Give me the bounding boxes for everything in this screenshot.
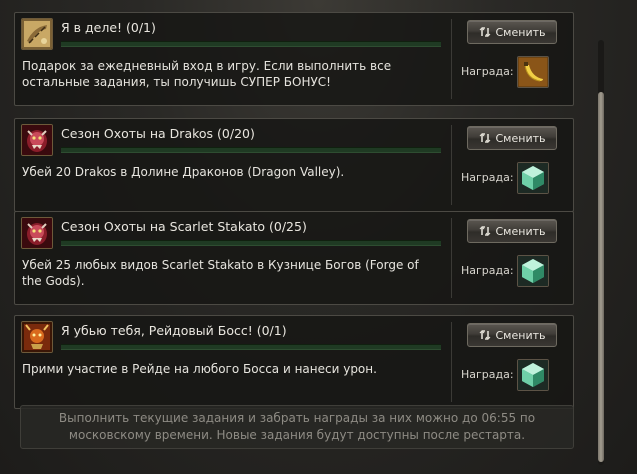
scrollbar[interactable]: [598, 40, 604, 465]
quest-card: Я в деле! (0/1) Подарок за ежедневный вх…: [14, 12, 574, 106]
quest-title: Я убью тебя, Рейдовый Босс! (0/1): [61, 323, 287, 338]
scroll-icon: [21, 18, 53, 50]
quest-progress-bar: [61, 147, 441, 153]
scrollbar-thumb[interactable]: [598, 92, 604, 462]
refresh-icon: [479, 329, 491, 341]
footer-notice: Выполнить текущие задания и забрать нагр…: [20, 405, 574, 449]
divider: [451, 125, 452, 205]
quest-progress-bar: [61, 240, 441, 246]
refresh-icon: [479, 26, 491, 38]
change-quest-button[interactable]: Сменить: [467, 323, 557, 347]
change-quest-button[interactable]: Сменить: [467, 219, 557, 243]
reward-label: Награда:: [461, 65, 514, 78]
quest-title: Сезон Охоты на Scarlet Stakato (0/25): [61, 219, 307, 234]
green-gem-icon[interactable]: [517, 359, 549, 391]
divider: [451, 322, 452, 402]
quest-description: Убей 20 Drakos в Долине Драконов (Dragon…: [22, 165, 345, 179]
divider: [451, 218, 452, 298]
change-quest-button[interactable]: Сменить: [467, 20, 557, 44]
quest-description: Прими участие в Рейде на любого Босса и …: [22, 362, 377, 376]
quest-progress-bar: [61, 344, 441, 350]
change-button-label: Сменить: [495, 224, 546, 238]
change-quest-button[interactable]: Сменить: [467, 126, 557, 150]
quest-card: Сезон Охоты на Scarlet Stakato (0/25) Уб…: [14, 211, 574, 305]
divider: [451, 19, 452, 99]
green-gem-icon[interactable]: [517, 255, 549, 287]
monster-icon: [21, 217, 53, 249]
reward-label: Награда:: [461, 264, 514, 277]
quest-progress-bar: [61, 41, 441, 47]
quest-description: Подарок за ежедневный вход в игру. Если …: [22, 59, 392, 89]
banana-icon[interactable]: [517, 56, 549, 88]
monster-icon: [21, 124, 53, 156]
reward-label: Награда:: [461, 171, 514, 184]
refresh-icon: [479, 132, 491, 144]
change-button-label: Сменить: [495, 328, 546, 342]
change-button-label: Сменить: [495, 25, 546, 39]
quest-title: Я в деле! (0/1): [61, 20, 156, 35]
raid-boss-icon: [21, 321, 53, 353]
refresh-icon: [479, 225, 491, 237]
quest-description: Убей 25 любых видов Scarlet Stakato в Ку…: [22, 258, 419, 288]
quest-title: Сезон Охоты на Drakos (0/20): [61, 126, 255, 141]
change-button-label: Сменить: [495, 131, 546, 145]
green-gem-icon[interactable]: [517, 162, 549, 194]
quest-card: Сезон Охоты на Drakos (0/20) Убей 20 Dra…: [14, 118, 574, 212]
quest-card: Я убью тебя, Рейдовый Босс! (0/1) Прими …: [14, 315, 574, 409]
reward-label: Награда:: [461, 368, 514, 381]
